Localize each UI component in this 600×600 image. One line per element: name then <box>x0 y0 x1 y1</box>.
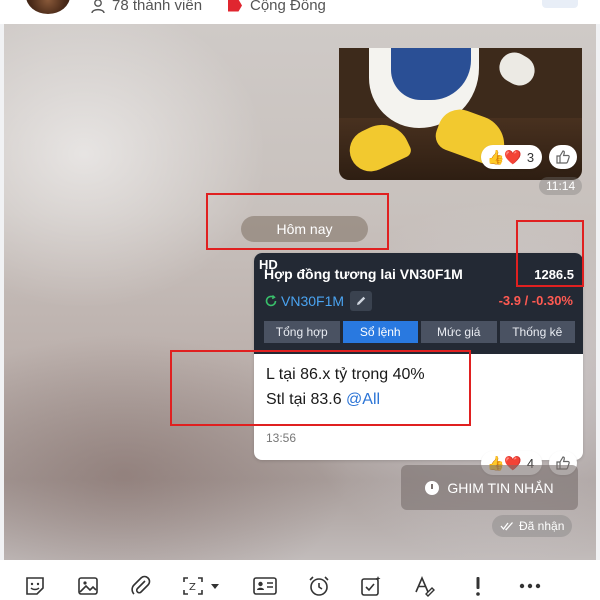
task-icon <box>361 576 381 596</box>
message-line-2: Stl tại 83.6 @All <box>266 391 380 409</box>
group-avatar[interactable] <box>26 0 70 14</box>
person-icon <box>91 0 105 13</box>
contact-card-button[interactable] <box>251 572 279 600</box>
screenshot-icon: Z <box>183 577 219 595</box>
format-text-icon <box>415 575 435 597</box>
hd-badge: HD <box>259 257 278 272</box>
thumbs-up-icon <box>556 150 570 164</box>
stock-widget-tabs: Tổng hợp Sổ lệnh Mức giá Thống kê <box>264 321 575 343</box>
member-count-label: 78 thành viên <box>112 0 203 14</box>
gif-message[interactable] <box>339 48 582 180</box>
stock-widget-title: Hợp đồng tương lai VN30F1M <box>264 266 463 282</box>
stock-price: 1286.5 <box>534 267 574 282</box>
tab-so-lenh[interactable]: Sổ lệnh <box>342 321 418 343</box>
card-message-time: 13:56 <box>266 431 297 445</box>
tab-tong-hop[interactable]: Tổng hợp <box>264 321 340 343</box>
reaction-summary[interactable]: 👍❤️ 3 <box>481 145 543 169</box>
contact-card-icon <box>253 577 277 595</box>
chat-header: 78 thành viên Cộng Đồng <box>0 0 600 24</box>
more-icon <box>519 583 541 589</box>
chat-area[interactable]: 👍❤️ 3 11:14 Hôm nay Hợp đồng tương lai V… <box>4 24 596 560</box>
composer-toolbar: Z <box>0 560 600 600</box>
member-count[interactable]: 78 thành viên <box>90 0 202 14</box>
pin-message-button[interactable]: GHIM TIN NHẮN <box>401 465 578 510</box>
more-button[interactable] <box>516 572 544 600</box>
image-button[interactable] <box>74 572 102 600</box>
community-label: Cộng Đồng <box>250 0 326 14</box>
received-status-label: Đã nhận <box>519 519 565 533</box>
double-check-icon <box>500 522 513 531</box>
like-button[interactable] <box>549 145 577 169</box>
stock-change: -3.9 / -0.30% <box>498 293 573 308</box>
clock-icon <box>425 480 440 495</box>
header-action-button[interactable] <box>542 0 578 8</box>
community-tag[interactable]: Cộng Đồng <box>228 0 326 14</box>
pencil-icon <box>357 296 366 305</box>
stock-symbol: VN30F1M <box>281 293 345 309</box>
stock-symbol-row[interactable]: VN30F1M <box>264 291 373 311</box>
date-separator: Hôm nay <box>241 216 368 242</box>
pin-message-label: GHIM TIN NHẮN <box>447 479 554 496</box>
screenshot-button[interactable]: Z <box>180 572 226 600</box>
attachment-icon <box>131 575 151 595</box>
reaction-emojis: 👍❤️ <box>487 148 522 165</box>
message-time: 11:14 <box>539 177 583 195</box>
tab-muc-gia[interactable]: Mức giá <box>421 321 497 343</box>
right-edge <box>596 24 600 560</box>
reminder-icon <box>309 576 329 596</box>
urgent-button[interactable] <box>464 572 492 600</box>
tag-icon <box>228 0 242 12</box>
sticker-button[interactable] <box>21 572 49 600</box>
stock-card-message[interactable]: Hợp đồng tương lai VN30F1M HD 1286.5 VN3… <box>254 253 583 460</box>
svg-text:Z: Z <box>189 582 196 593</box>
reaction-count: 3 <box>526 149 535 165</box>
message-line-1: L tại 86.x tỷ trọng 40% <box>266 366 425 383</box>
tab-thong-ke[interactable]: Thống kê <box>499 321 575 343</box>
reminder-button[interactable] <box>305 572 333 600</box>
refresh-icon <box>265 294 277 307</box>
sticker-icon <box>26 577 44 595</box>
received-status: Đã nhận <box>492 515 573 537</box>
image-icon <box>78 577 98 595</box>
edit-symbol-button[interactable] <box>350 291 373 311</box>
mention-all[interactable]: @All <box>346 391 380 408</box>
task-button[interactable] <box>357 572 385 600</box>
urgent-icon <box>476 577 480 596</box>
message-line-2-text: Stl tại 83.6 <box>266 391 347 408</box>
format-text-button[interactable] <box>410 572 438 600</box>
attachment-button[interactable] <box>127 572 155 600</box>
